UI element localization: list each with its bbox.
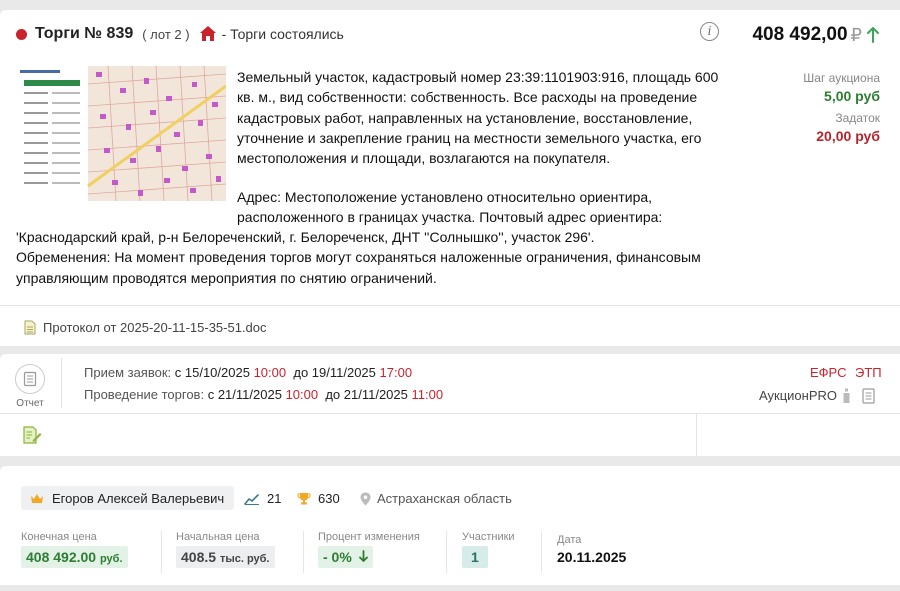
house-icon (199, 26, 216, 41)
report-icon-circle (15, 364, 45, 394)
trading-from: с 21/11/2025 (207, 387, 282, 402)
status-dot (16, 28, 27, 40)
start-price-label: Начальная цена (176, 531, 260, 543)
deposit-value: 20,00 руб (816, 128, 880, 144)
change-label: Процент изменения (318, 531, 420, 543)
etp-link[interactable]: ЭТП (855, 365, 882, 380)
lot-header: Торги № 839 ( лот 2 ) - Торги состоялись (16, 24, 344, 44)
trading-to: до 21/11/2025 (325, 387, 408, 402)
lot-thumbnail[interactable] (16, 66, 226, 201)
divider-vertical (303, 531, 304, 573)
participants-block: Участники 1 (462, 531, 515, 568)
stat-chart: 21 (244, 491, 281, 506)
result-card (0, 466, 900, 585)
report-label: Отчет (16, 398, 44, 409)
start-price-value: 408.5 (181, 549, 217, 565)
final-price-badge: 408 492.00 руб. (21, 546, 128, 568)
report-button[interactable]: Отчет (14, 364, 46, 409)
deposit-label: Задаток (835, 111, 880, 125)
trading-from-time: 10:00 (285, 387, 319, 402)
final-price-unit: руб. (99, 553, 123, 565)
applications-to: до 19/11/2025 (293, 365, 376, 380)
arrow-down-icon (358, 550, 368, 562)
divider-vertical (61, 358, 62, 408)
lot-address-and-encumbrance: 'Краснодарский край, р-н Белореченский, … (16, 227, 736, 288)
stat-trophy-value: 630 (318, 491, 340, 506)
start-price-badge: 408.5 тыс. руб. (176, 546, 275, 568)
applications-to-time: 17:00 (379, 365, 413, 380)
participants-value: 1 (462, 546, 488, 568)
divider (0, 305, 900, 306)
date-value: 20.11.2025 (557, 549, 627, 565)
lot-address: Адрес: Местоположение установлено относи… (237, 189, 663, 226)
location-pin-icon (360, 492, 371, 505)
trading-label: Проведение торгов: (84, 387, 205, 402)
step-value: 5,00 руб (824, 88, 880, 104)
step-label: Шаг аукциона (803, 71, 880, 85)
divider (0, 413, 900, 414)
divider-vertical (446, 531, 447, 573)
trading-period: Проведение торгов: с 21/11/2025 10:00 до… (84, 387, 443, 402)
applications-from-time: 10:00 (253, 365, 287, 380)
stat-trophy: 630 (297, 491, 340, 506)
info-icon[interactable]: i (700, 22, 719, 41)
arrow-up-icon (867, 27, 879, 43)
lot-address-tail: 'Краснодарский край, р-н Белореченский, … (16, 229, 595, 245)
change-value: - 0% (323, 549, 352, 565)
efrs-link[interactable]: ЕФРС (810, 365, 846, 380)
start-price-unit: тыс. руб. (219, 553, 270, 565)
cadastral-map-image (16, 66, 226, 201)
protocol-filename: Протокол от 2025-20-11-15-35-51.doc (43, 320, 267, 335)
final-price-label: Конечная цена (21, 531, 97, 543)
final-price-value: 408 492.00 (26, 549, 97, 565)
ruble-icon: ₽ (850, 24, 862, 45)
lot-description: Земельный участок, кадастровый номер 23:… (237, 69, 719, 167)
date-block: Дата 20.11.2025 (557, 534, 626, 565)
applications-from: с 15/10/2025 (174, 365, 250, 380)
lot-status: - Торги состоялись (221, 26, 344, 42)
lot-title[interactable]: Торги № 839 (35, 25, 133, 43)
report-icon (23, 371, 37, 387)
platform-name[interactable]: АукционPRO (759, 388, 837, 403)
change-block: Процент изменения - 0% (318, 531, 420, 568)
participants-label: Участники (462, 531, 515, 543)
divider-vertical (696, 413, 697, 456)
current-price: 408 492,00 ₽ (752, 24, 880, 46)
document-icon (24, 320, 36, 335)
applications-period: Прием заявок: с 15/10/2025 10:00 до 19/1… (84, 365, 412, 380)
start-price-block: Начальная цена 408.5 тыс. руб. (176, 531, 275, 568)
divider-vertical (541, 531, 542, 573)
date-label: Дата (557, 534, 582, 546)
final-price-block: Конечная цена 408 492.00 руб. (21, 531, 128, 568)
lot-encumbrance: Обременения: На момент проведения торгов… (16, 249, 701, 286)
protocol-document-link[interactable]: Протокол от 2025-20-11-15-35-51.doc (24, 320, 267, 335)
applications-label: Прием заявок: (84, 365, 172, 380)
edit-document-icon[interactable] (22, 425, 42, 445)
region-name: Астраханская область (377, 491, 512, 506)
bottle-icon (843, 388, 850, 403)
stat-chart-value: 21 (267, 491, 282, 506)
price-value: 408 492,00 (752, 24, 848, 45)
trophy-icon (297, 493, 311, 505)
crown-icon (31, 493, 43, 503)
document-icon[interactable] (862, 388, 875, 404)
chart-icon (244, 493, 259, 505)
lot-number: ( лот 2 ) (142, 26, 190, 42)
winner-name: Егоров Алексей Валерьевич (52, 490, 225, 506)
winner-chip[interactable]: Егоров Алексей Валерьевич (21, 486, 235, 510)
trading-to-time: 11:00 (411, 387, 444, 402)
region: Астраханская область (360, 491, 512, 506)
divider-vertical (161, 531, 162, 573)
change-badge: - 0% (318, 546, 373, 568)
